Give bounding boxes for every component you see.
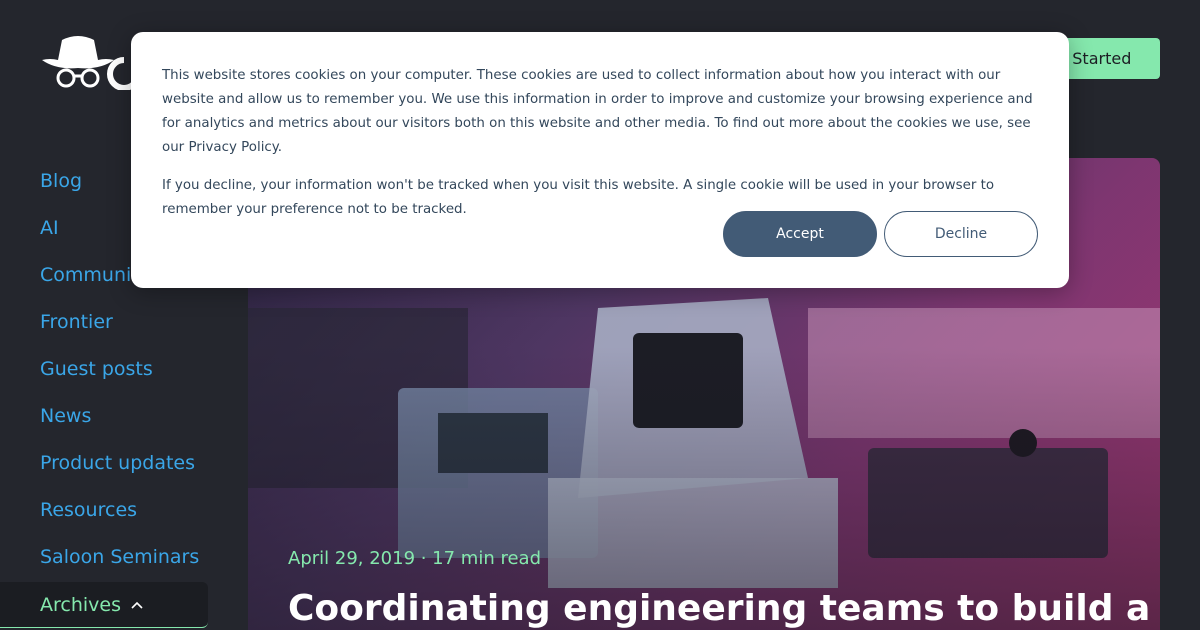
cookie-actions: Accept Decline [723,211,1038,257]
sidebar-item-archives[interactable]: Archives [0,582,208,628]
sidebar-item-resources[interactable]: Resources [0,489,248,536]
accept-button[interactable]: Accept [723,211,877,257]
cookie-text-primary: This website stores cookies on your comp… [162,68,1033,155]
decline-button[interactable]: Decline [884,211,1038,257]
sidebar-item-frontier[interactable]: Frontier [0,301,248,348]
chevron-up-icon [131,601,143,609]
sidebar-item-guest-posts[interactable]: Guest posts [0,348,248,395]
archives-label: Archives [40,593,121,616]
sidebar-item-saloon-seminars[interactable]: Saloon Seminars [0,536,248,583]
post-meta: April 29, 2019 · 17 min read [288,548,542,569]
sidebar-item-product-updates[interactable]: Product updates [0,442,248,489]
cookie-consent-dialog: This website stores cookies on your comp… [131,32,1069,288]
post-title[interactable]: Coordinating engineering teams to build … [288,588,1150,629]
sidebar-item-news[interactable]: News [0,395,248,442]
